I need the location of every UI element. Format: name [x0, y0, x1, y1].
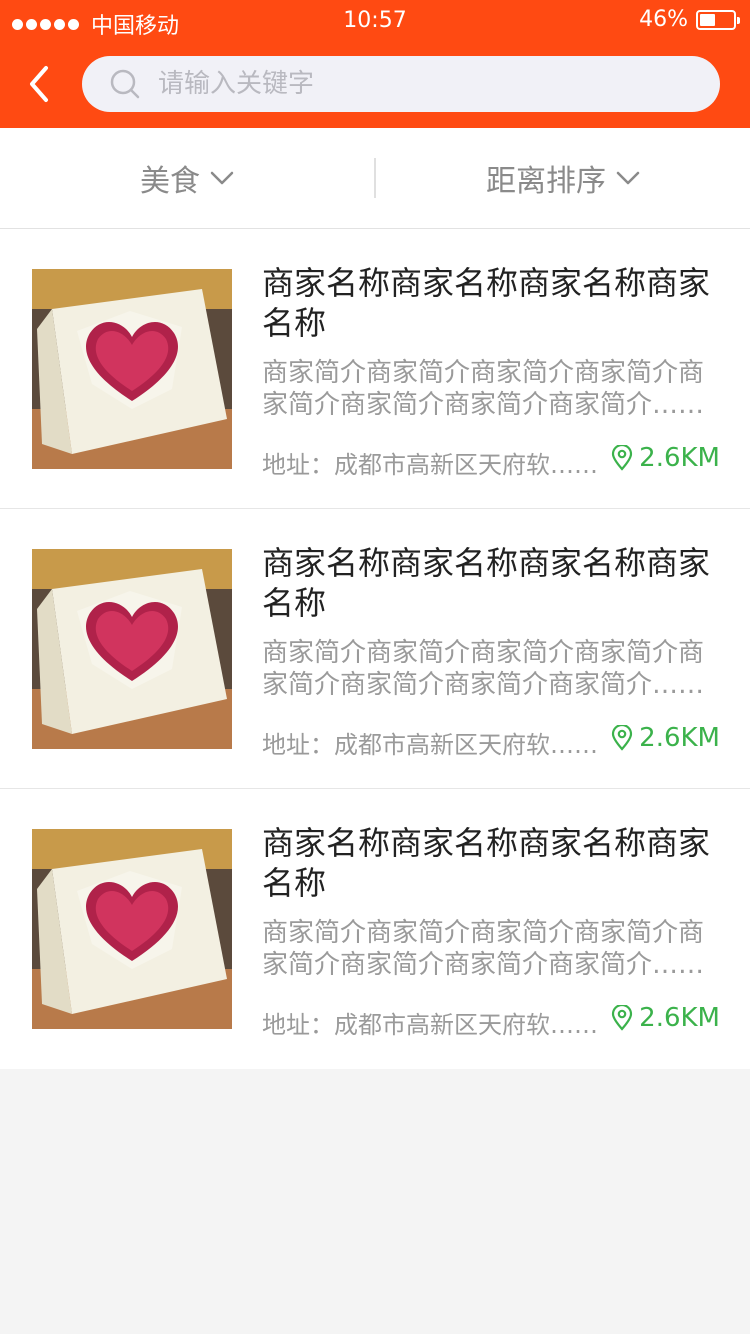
distance-value: 2.6KM [639, 723, 720, 753]
search-bar[interactable] [82, 56, 720, 112]
merchant-address: 地址：成都市高新区天府软…… [262, 1011, 598, 1039]
merchant-address: 地址：成都市高新区天府软…… [262, 451, 598, 479]
merchant-address: 地址：成都市高新区天府软…… [262, 731, 598, 759]
sort-filter-label: 距离排序 [486, 164, 606, 199]
merchant-image [32, 549, 232, 749]
merchant-distance: 2.6KM [611, 443, 720, 473]
search-input[interactable] [156, 68, 720, 100]
merchant-intro: 商家简介商家简介商家简介商家简介商家简介商家简介商家简介商家简介…… [262, 358, 705, 420]
sort-filter[interactable]: 距离排序 [376, 156, 750, 200]
nav-row [0, 54, 750, 114]
clock: 10:57 [343, 8, 407, 33]
location-pin-icon [612, 445, 633, 471]
merchant-intro: 商家简介商家简介商家简介商家简介商家简介商家简介商家简介商家简介…… [262, 638, 705, 700]
category-filter[interactable]: 美食 [0, 156, 374, 200]
list-item[interactable]: 商家名称商家名称商家名称商家名称 商家简介商家简介商家简介商家简介商家简介商家简… [0, 509, 750, 789]
search-icon [110, 69, 140, 99]
merchant-intro: 商家简介商家简介商家简介商家简介商家简介商家简介商家简介商家简介…… [262, 918, 705, 980]
merchant-name: 商家名称商家名称商家名称商家名称 [262, 264, 711, 342]
merchant-name: 商家名称商家名称商家名称商家名称 [262, 824, 711, 902]
merchant-distance: 2.6KM [611, 1003, 720, 1033]
chevron-left-icon [30, 66, 48, 102]
list-item[interactable]: 商家名称商家名称商家名称商家名称 商家简介商家简介商家简介商家简介商家简介商家简… [0, 789, 750, 1069]
chevron-down-icon [210, 171, 234, 185]
distance-value: 2.6KM [639, 443, 720, 473]
merchant-image [32, 829, 232, 1029]
category-filter-label: 美食 [140, 164, 200, 199]
merchant-image [32, 269, 232, 469]
status-right: 46% [639, 7, 740, 32]
battery-icon [696, 9, 740, 30]
distance-value: 2.6KM [639, 1003, 720, 1033]
merchant-list: 商家名称商家名称商家名称商家名称 商家简介商家简介商家简介商家简介商家简介商家简… [0, 229, 750, 1069]
location-pin-icon [612, 1005, 633, 1031]
filter-bar: 美食 距离排序 [0, 128, 750, 229]
battery-percent: 46% [639, 7, 688, 32]
top-bar: 中国移动 10:57 46% [0, 0, 750, 128]
location-pin-icon [612, 725, 633, 751]
status-bar: 中国移动 10:57 46% [0, 0, 750, 42]
merchant-name: 商家名称商家名称商家名称商家名称 [262, 544, 711, 622]
battery-level [700, 13, 715, 26]
back-button[interactable] [22, 62, 62, 106]
merchant-distance: 2.6KM [611, 723, 720, 753]
list-item[interactable]: 商家名称商家名称商家名称商家名称 商家简介商家简介商家简介商家简介商家简介商家简… [0, 229, 750, 509]
chevron-down-icon [616, 171, 640, 185]
